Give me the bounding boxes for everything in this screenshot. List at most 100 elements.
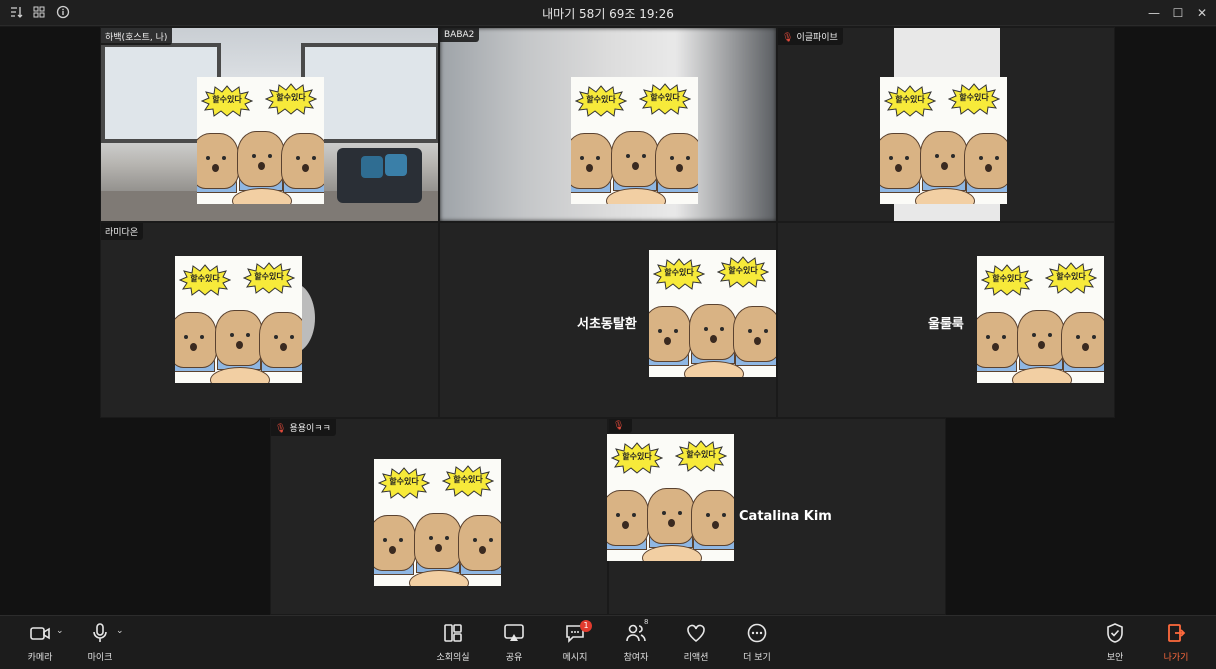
burst-text: 할수있다 — [1056, 272, 1086, 281]
cheer-sticker: 할수있다 할수있다 — [374, 459, 501, 586]
bear-character — [215, 310, 263, 366]
participants-button[interactable]: 8 참여자 — [606, 618, 666, 663]
burst-text: 할수있다 — [586, 95, 616, 104]
shield-icon — [1107, 623, 1123, 643]
bear-character — [977, 312, 1019, 368]
share-screen-icon — [504, 624, 524, 641]
chevron-down-icon[interactable]: ⌄ — [56, 626, 64, 636]
bear-character — [689, 304, 737, 360]
speech-burst: 할수있다 — [980, 264, 1034, 296]
leave-button[interactable]: 나가기 — [1146, 622, 1206, 663]
title-bar: 내마기 58기 69조 19:26 — ☐ ✕ — [0, 0, 1216, 26]
mic-icon — [93, 623, 107, 642]
bear-character — [458, 515, 501, 571]
bear-character — [259, 312, 302, 368]
speech-burst: 할수있다 — [441, 465, 495, 497]
burst-text: 할수있다 — [959, 93, 989, 102]
burst-text: 할수있다 — [728, 266, 758, 275]
participant-name: BABA2 — [440, 28, 480, 42]
bear-character — [611, 131, 659, 187]
cheer-sticker: 할수있다 할수있다 — [607, 434, 734, 561]
speech-burst: 할수있다 — [883, 85, 937, 117]
speech-burst: 할수있다 — [610, 442, 664, 474]
speech-burst: 할수있다 — [264, 83, 318, 115]
unread-badge: 1 — [580, 620, 592, 632]
meeting-title: 내마기 58기 69조 19:26 — [542, 7, 674, 21]
speech-burst: 할수있다 — [638, 83, 692, 115]
more-button[interactable]: 더 보기 — [727, 622, 787, 663]
burst-text: 할수있다 — [190, 274, 220, 283]
bear-character — [237, 131, 285, 187]
bear-character — [647, 488, 695, 544]
participant-display-name: 서초동탈환 — [577, 317, 637, 332]
cheer-sticker: 할수있다 할수있다 — [880, 77, 1007, 204]
cheer-sticker: 할수있다 할수있다 — [571, 77, 698, 204]
bear-character — [691, 490, 734, 546]
maximize-icon[interactable]: ☐ — [1169, 4, 1187, 22]
share-button[interactable]: 공유 — [484, 622, 544, 663]
mic-muted-icon: 🎙 — [782, 33, 794, 43]
burst-text: 할수있다 — [389, 477, 419, 486]
speech-burst: 할수있다 — [652, 258, 706, 290]
burst-text: 할수있다 — [254, 272, 284, 281]
burst-text: 할수있다 — [453, 475, 483, 484]
camera-button[interactable]: ⌄ 카메라 — [10, 622, 70, 663]
burst-text: 할수있다 — [622, 452, 652, 461]
burst-text: 할수있다 — [276, 93, 306, 102]
burst-text: 할수있다 — [664, 268, 694, 277]
bear-character — [607, 490, 649, 546]
security-button[interactable]: 보안 — [1085, 622, 1145, 663]
video-gallery: 하백(호스트, 나) BABA2 🎙 이글파이브 라미다온 서초동탈환 울룰룩 🎙… — [0, 27, 1216, 615]
participant-name: 하백(호스트, 나) — [101, 28, 173, 45]
participant-display-name: Catalina Kim — [739, 509, 832, 524]
meeting-toolbar: ⌄ 카메라 ⌄ 마이크 소회의실 공유 1 메시지 8 참여자 리액션 더 보기… — [0, 615, 1216, 669]
bear-character — [571, 133, 613, 189]
camera-icon — [30, 627, 50, 640]
speech-burst: 할수있다 — [674, 440, 728, 472]
bear-character — [655, 133, 698, 189]
chat-button[interactable]: 1 메시지 — [545, 620, 605, 663]
speech-burst: 할수있다 — [574, 85, 628, 117]
reactions-button[interactable]: 리액션 — [666, 622, 726, 663]
speech-burst: 할수있다 — [377, 467, 431, 499]
participant-name: 라미다온 — [101, 223, 144, 240]
bear-character — [964, 133, 1007, 189]
participant-name: 🎙 용용이ㅋㅋ — [271, 419, 336, 436]
speech-burst: 할수있다 — [200, 85, 254, 117]
bear-character — [374, 515, 416, 571]
bear-character — [197, 133, 239, 189]
breakout-rooms-icon — [444, 624, 462, 642]
mic-muted-icon: 🎙 — [275, 424, 287, 434]
burst-text: 할수있다 — [992, 274, 1022, 283]
mic-button[interactable]: ⌄ 마이크 — [70, 622, 130, 663]
bear-character — [175, 312, 217, 368]
bear-character — [281, 133, 324, 189]
bear-character — [649, 306, 691, 362]
heart-icon — [687, 624, 705, 643]
close-icon[interactable]: ✕ — [1193, 4, 1211, 22]
participant-display-name: 울룰룩 — [928, 317, 964, 332]
participant-count: 8 — [644, 618, 649, 626]
chevron-down-icon[interactable]: ⌄ — [116, 626, 124, 636]
burst-text: 할수있다 — [212, 95, 242, 104]
burst-text: 할수있다 — [650, 93, 680, 102]
cheer-sticker: 할수있다 할수있다 — [977, 256, 1104, 383]
bear-character — [1017, 310, 1065, 366]
cheer-sticker: 할수있다 할수있다 — [197, 77, 324, 204]
speech-burst: 할수있다 — [1044, 262, 1098, 294]
bear-character — [414, 513, 462, 569]
speech-burst: 할수있다 — [716, 256, 770, 288]
bear-character — [880, 133, 922, 189]
bear-character — [920, 131, 968, 187]
cheer-sticker: 할수있다 할수있다 — [649, 250, 776, 377]
breakout-button[interactable]: 소회의실 — [423, 622, 483, 663]
mic-muted-icon: 🎙 — [613, 421, 625, 431]
cheer-sticker: 할수있다 할수있다 — [175, 256, 302, 383]
more-icon — [747, 623, 767, 643]
bear-character — [1061, 312, 1104, 368]
burst-text: 할수있다 — [686, 450, 716, 459]
bear-character — [733, 306, 776, 362]
minimize-icon[interactable]: — — [1145, 4, 1163, 22]
burst-text: 할수있다 — [895, 95, 925, 104]
speech-burst: 할수있다 — [947, 83, 1001, 115]
